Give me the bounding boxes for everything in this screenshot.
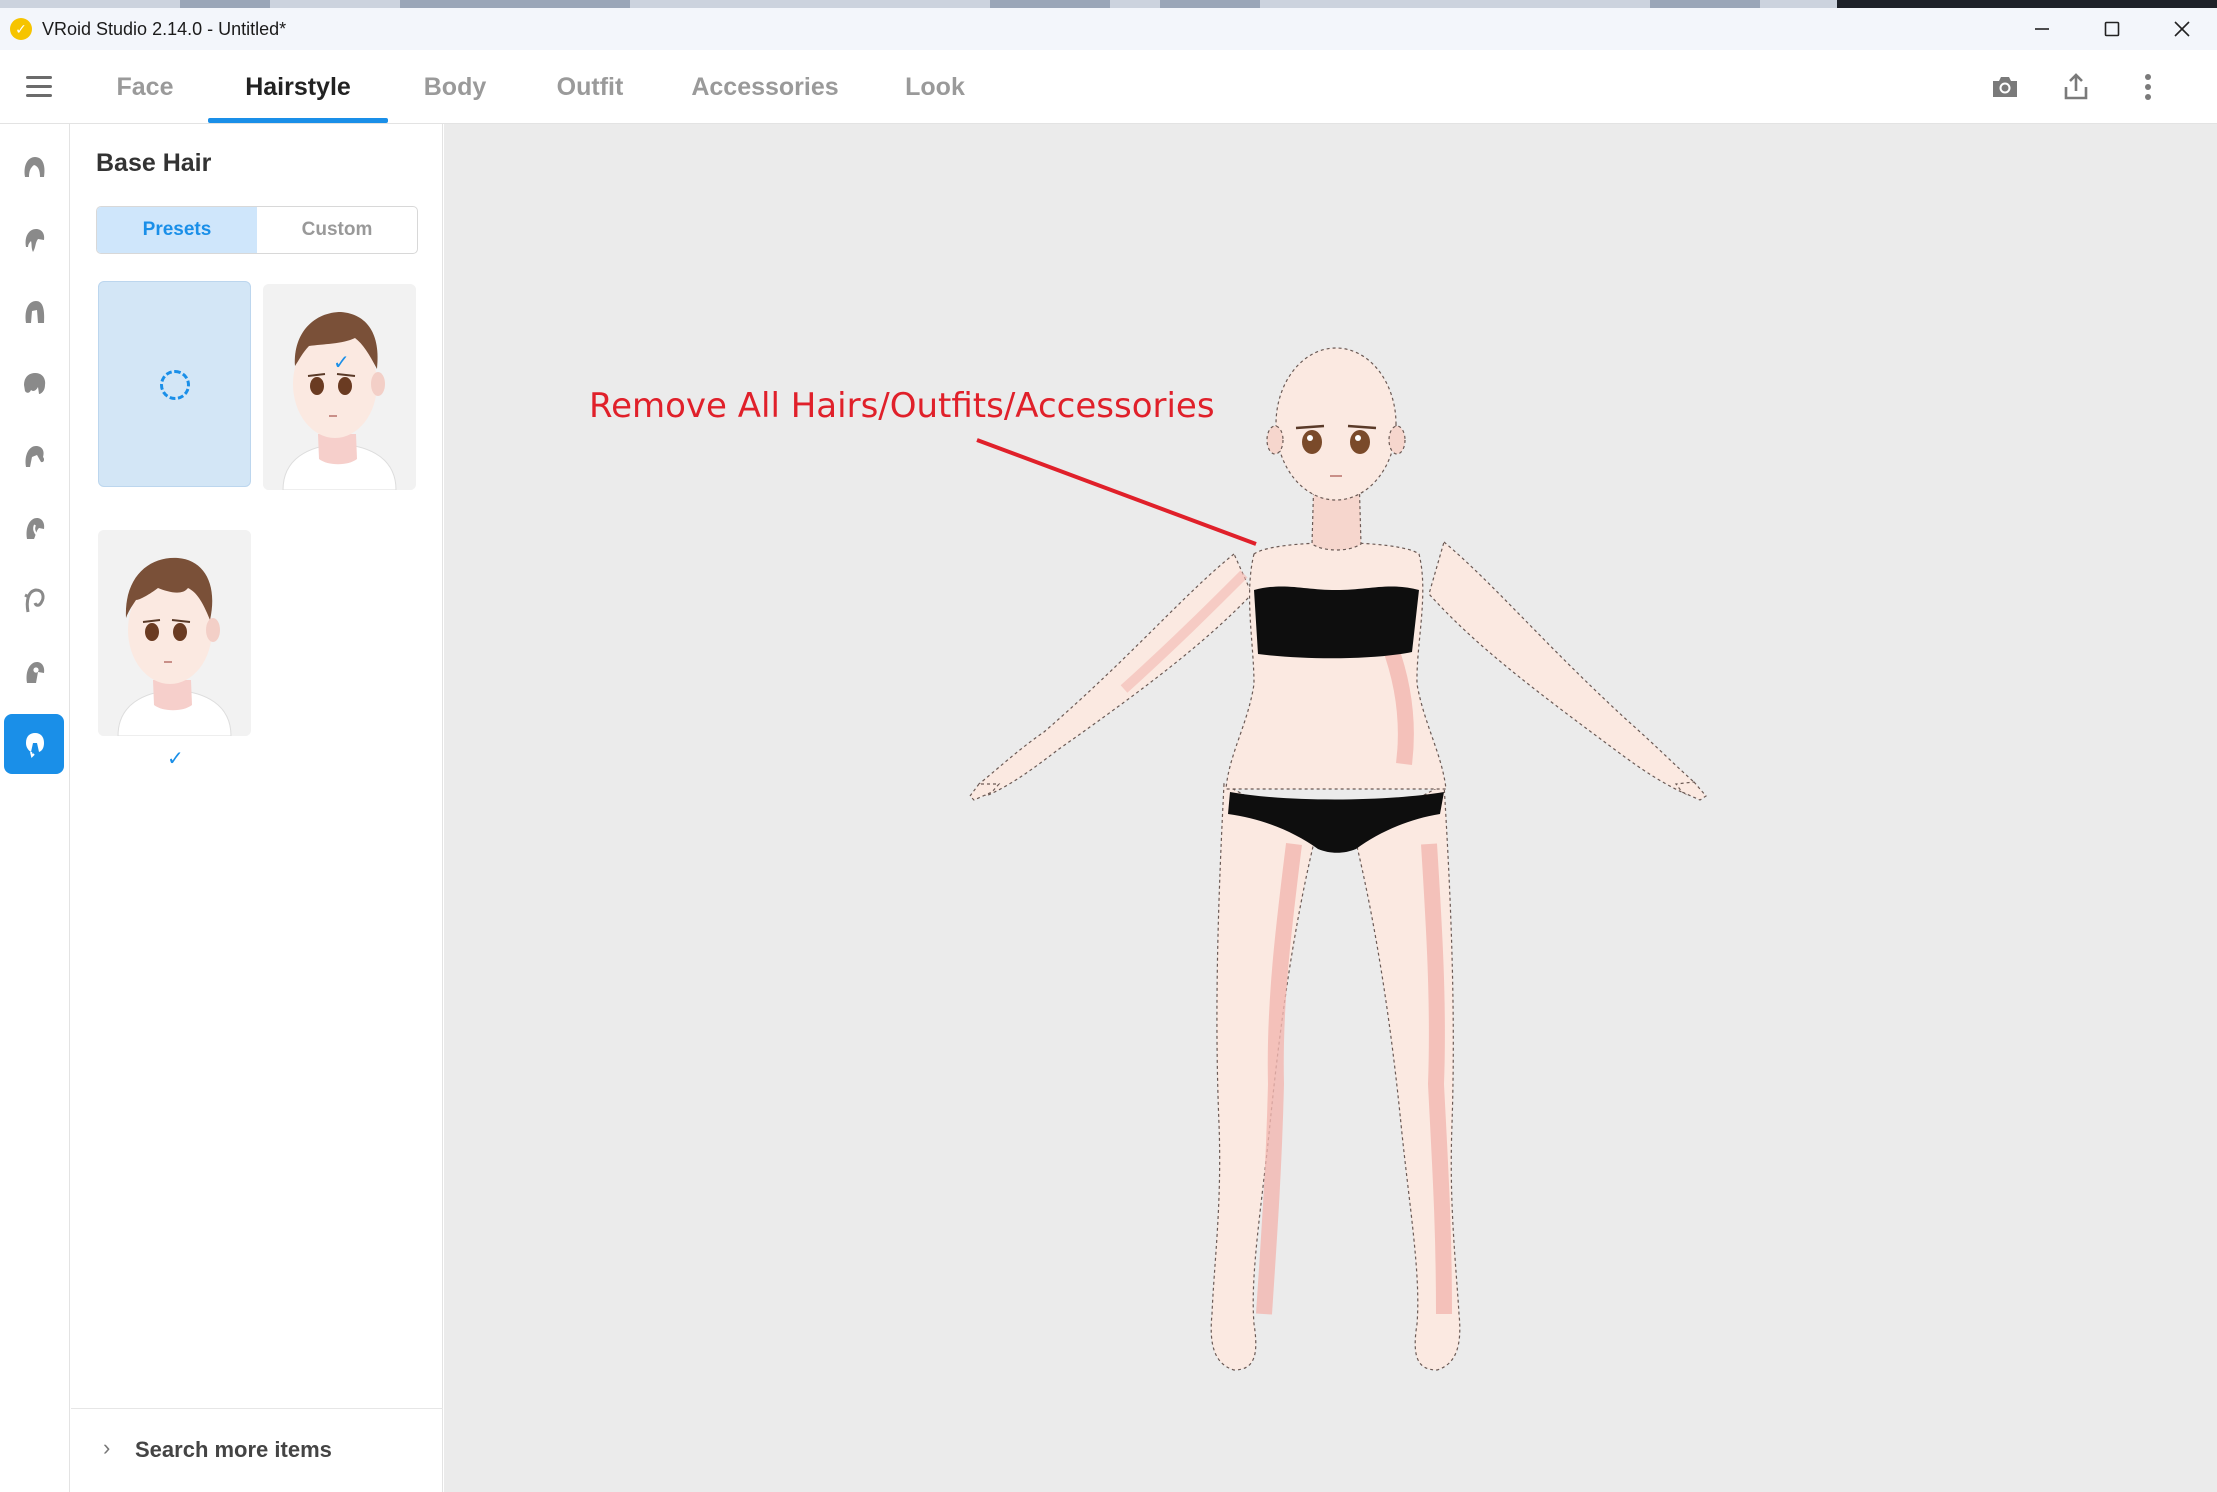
export-icon[interactable] [2059, 70, 2093, 104]
tab-look[interactable]: Look [890, 50, 980, 124]
chevron-right-icon: › [103, 1435, 111, 1460]
tab-body[interactable]: Body [410, 50, 500, 124]
base-hair-icon[interactable] [4, 714, 64, 774]
character-head-portrait [263, 284, 416, 490]
hair-preset-thumbnail[interactable] [263, 284, 416, 490]
annotation-arrow [976, 438, 1257, 546]
character-body [969, 347, 1707, 1371]
search-more-items[interactable]: › Search more items [71, 1408, 443, 1492]
hair-category-tail-icon[interactable] [4, 426, 64, 486]
more-vertical-icon[interactable] [2131, 70, 2165, 104]
hair-preset-thumbnail[interactable] [98, 530, 251, 736]
minimize-icon[interactable] [2007, 8, 2077, 50]
tab-face[interactable]: Face [100, 50, 190, 124]
window-title: VRoid Studio 2.14.0 - Untitled* [42, 18, 287, 39]
close-icon[interactable] [2147, 8, 2217, 50]
hair-category-side-icon[interactable] [4, 282, 64, 342]
title-bar: ✓ VRoid Studio 2.14.0 - Untitled* [0, 8, 2217, 50]
taskbar-strip [0, 0, 2217, 8]
camera-icon[interactable] [1988, 70, 2022, 104]
selected-check-icon: ✓ [333, 352, 350, 374]
hair-category-ahoge-icon[interactable] [4, 498, 64, 558]
selected-check-icon: ✓ [167, 748, 184, 770]
custom-tab[interactable]: Custom [257, 207, 417, 253]
3d-viewport[interactable]: Remove All Hairs/Outfits/Accessories [444, 124, 2217, 1492]
panel-title: Base Hair [96, 149, 212, 177]
character-head-portrait [98, 530, 251, 736]
active-tab-indicator [208, 118, 388, 123]
main-nav: Face Hairstyle Body Outfit Accessories L… [0, 50, 2217, 124]
presets-custom-toggle: Presets Custom [96, 206, 418, 254]
loading-spinner-icon [160, 370, 190, 400]
hair-category-rail [0, 124, 70, 1492]
presets-tab[interactable]: Presets [97, 207, 257, 253]
window-controls [2007, 8, 2217, 50]
vroid-logo-icon: ✓ [10, 18, 32, 40]
hair-category-back-icon[interactable] [4, 354, 64, 414]
hair-category-extra-icon[interactable] [4, 570, 64, 630]
maximize-icon[interactable] [2077, 8, 2147, 50]
tab-outfit[interactable]: Outfit [540, 50, 640, 124]
search-more-label: Search more items [135, 1437, 332, 1462]
tab-accessories[interactable]: Accessories [680, 50, 850, 124]
hamburger-menu-icon[interactable] [26, 76, 52, 98]
hair-category-bangs-icon[interactable] [4, 210, 64, 270]
hair-category-accessory-icon[interactable] [4, 642, 64, 702]
hair-category-front-icon[interactable] [4, 138, 64, 198]
character-model [969, 347, 1707, 1371]
base-hair-panel: Base Hair Presets Custom ✓ ✓ › Search mo… [71, 124, 443, 1492]
tab-hairstyle[interactable]: Hairstyle [208, 50, 388, 124]
hair-preset-loading[interactable] [98, 281, 251, 487]
